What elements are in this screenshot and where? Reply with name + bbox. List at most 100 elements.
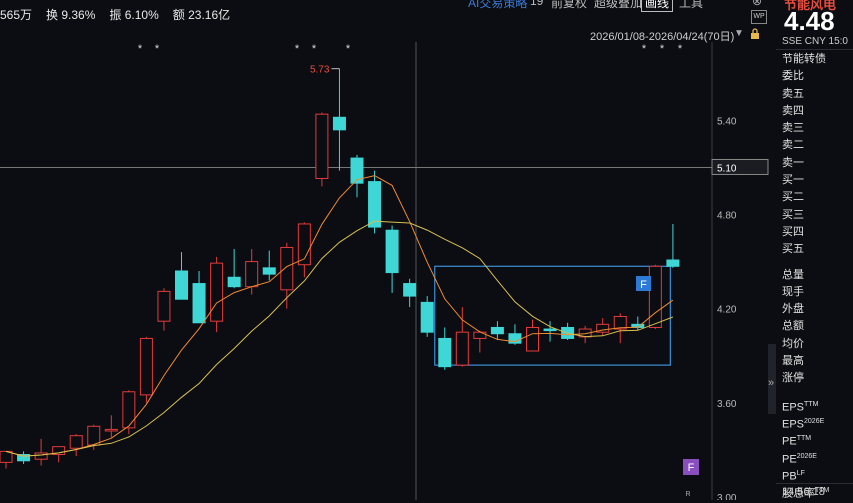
candle-body [332,116,346,131]
exchange-label: SSE [782,36,803,47]
quote-stats-bar: 565万 换 9.36% 振 6.10% 额 23.16亿 AI交易策略 19 … [0,0,770,28]
order-book-field: 买三 [782,208,804,221]
candle-body [403,283,417,297]
event-star-mark: * [346,43,351,55]
candle-body [455,331,469,366]
stat-field: 总额 [782,320,804,333]
candle-body [245,261,259,288]
order-book-field: 买四 [782,225,804,238]
candle-body [87,425,101,446]
order-book-field: 卖四 [782,104,804,117]
event-star-mark: * [295,43,300,55]
financial-field: PBLF [782,469,805,483]
amplitude-stat: 振 6.10% [109,7,159,22]
order-book-field: 买二 [782,191,804,204]
candle-body [157,290,171,322]
financial-field: EPS2026E [782,417,825,431]
candle-body [104,428,118,432]
current-price-label: 5.10 [717,163,737,174]
wp-icon[interactable]: WP [751,10,767,24]
order-book-field: 卖一 [782,156,804,169]
y-tick-label: 5.40 [717,116,737,127]
menu-19-button[interactable]: 19 [530,0,543,8]
event-star-mark: * [642,43,647,55]
order-book-field: 买五 [782,243,804,256]
candle-body [438,337,452,368]
order-book-field: 卖三 [782,122,804,135]
candle-body [490,326,504,335]
conversion-bond-label: 节能转债 [782,53,826,65]
stat-field: 外盘 [782,303,804,316]
y-tick-label: 4.80 [717,211,737,222]
currency-label: CNY [804,36,826,47]
candle-body [648,265,662,328]
candlestick-chart[interactable]: 5.40 4.80 4.20 3.60 3.00 5.10 * * * * * * * * 5.73 F F R [0,42,770,500]
chevron-down-icon[interactable]: ▼ [734,28,744,39]
badge-f-purple-label: F [688,462,695,474]
y-tick-label: 3.00 [717,493,737,500]
stat-field: 均价 [782,337,804,350]
candle-body [315,113,329,179]
stat-field: 最高 [782,355,804,368]
candle-body [280,246,294,291]
clock: 14:56:18 [782,486,825,498]
candle-body [526,326,539,352]
stat-field: 涨停 [782,372,804,385]
order-book-field: 卖二 [782,139,804,152]
candle-body [227,276,241,288]
divider [776,483,853,484]
draw-line-button[interactable]: 画线 [641,0,674,12]
lock-icon[interactable] [750,28,760,40]
amount-stat: 额 23.16亿 [172,7,231,22]
candle-body [210,262,224,322]
y-tick-label: 4.20 [717,305,737,316]
order-book-field: 委比 [782,70,804,83]
candle-body [368,181,382,228]
candle-body [139,337,153,396]
volume-stat: 565万 [0,7,33,22]
quote-sidebar: 节能风电 4.48 SSE CNY 15:0 节能转债 委比 卖五 卖四 卖三 卖二 卖一买… [776,0,853,500]
exchange-meta: SSE CNY 15:0 [782,36,848,47]
y-tick-label: 3.60 [717,399,737,410]
candle-body [34,452,48,460]
last-price: 4.48 [784,6,835,36]
candle-body [473,331,487,339]
ai-strategy-button[interactable]: AI交易策略 [468,0,527,11]
candle-body [69,435,83,449]
max-value-label: 5.73 [310,65,330,76]
candle-body [262,267,276,275]
collapse-arrow-icon[interactable]: » [768,377,774,389]
financial-field: PETTM [782,435,812,448]
candle-body [666,259,680,267]
overlay-button[interactable]: 超级叠加 [594,0,642,11]
financial-field: EPSTTM [782,400,819,414]
badge-f-blue-label: F [640,279,647,291]
turnover-stat: 换 9.36% [46,7,96,22]
stat-field: 总量 [782,268,804,281]
event-star-mark: * [155,43,160,55]
candle-body [613,315,627,330]
event-star-mark: * [660,43,665,55]
spacer [782,388,829,396]
order-book-field: 卖五 [782,87,804,100]
financial-field: PE2026E [782,452,817,466]
candle-body [175,270,188,300]
candle-body [385,229,399,274]
time-fragment: 15:0 [828,36,848,47]
consolidation-box [434,265,671,366]
order-book-field: 买一 [782,174,804,187]
adjust-button[interactable]: 前复权 [551,0,587,11]
ma-fast-line [5,175,674,457]
quote-field-list: 节能转债委比卖五卖四卖三卖二卖一买一买二买三买四买五总量现手外盘总额均价最高涨停… [782,51,829,500]
divider [776,49,853,50]
close-icon[interactable]: ⊗ [752,0,762,8]
small-r-mark: R [685,491,690,498]
stat-field: 现手 [782,285,804,298]
candle-body [192,283,206,324]
event-star-mark: * [138,43,143,55]
tools-button[interactable]: 工具 [679,0,703,11]
event-star-mark: * [678,43,683,55]
event-star-mark: * [312,43,317,55]
candle-body [122,391,136,429]
candle-body [420,301,434,333]
